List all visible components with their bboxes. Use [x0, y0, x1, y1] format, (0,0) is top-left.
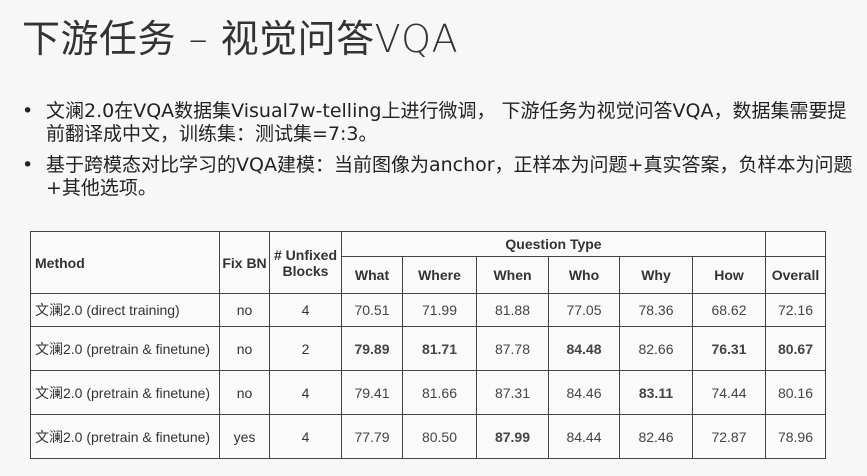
table-header-row: Method Fix BN # Unfixed Blocks Question … [30, 231, 826, 294]
header-overall: Overall [765, 256, 826, 294]
slide-title: 下游任务 – 视觉问答VQA [22, 17, 459, 61]
cell-what: 79.41 [341, 370, 403, 415]
cell-what: 79.89 [341, 326, 403, 371]
cell-where: 80.50 [402, 414, 477, 459]
table-row: 文澜2.0 (pretrain & finetune) yes 4 77.79 … [30, 414, 826, 459]
cell-why: 78.36 [619, 293, 693, 327]
cell-why: 82.66 [619, 326, 693, 371]
cell-overall: 78.96 [765, 414, 826, 459]
header-where: Where [402, 256, 477, 294]
cell-fix-bn: no [219, 293, 270, 327]
cell-overall: 80.16 [765, 370, 826, 415]
cell-who: 77.05 [548, 293, 620, 327]
cell-overall: 80.67 [765, 326, 826, 371]
header-who: Who [548, 256, 620, 294]
header-why: Why [619, 256, 693, 294]
cell-where: 81.71 [402, 326, 477, 371]
cell-when: 81.88 [476, 293, 549, 327]
header-method: Method [30, 231, 220, 294]
cell-fix-bn: no [219, 326, 270, 371]
header-how: How [692, 256, 766, 294]
cell-blocks: 4 [269, 414, 342, 459]
cell-when: 87.31 [476, 370, 549, 415]
header-unfixed-blocks: # Unfixed Blocks [269, 231, 342, 294]
header-blank [765, 231, 826, 257]
header-what: What [341, 256, 403, 294]
bullet-item: 基于跨模态对比学习的VQA建模：当前图像为anchor，正样本为问题+真实答案，… [18, 154, 858, 200]
cell-how: 72.87 [692, 414, 766, 459]
cell-what: 77.79 [341, 414, 403, 459]
cell-method: 文澜2.0 (pretrain & finetune) [30, 326, 220, 371]
cell-how: 68.62 [692, 293, 766, 327]
results-table: Method Fix BN # Unfixed Blocks Question … [30, 231, 826, 459]
cell-how: 76.31 [692, 326, 766, 371]
cell-method: 文澜2.0 (pretrain & finetune) [30, 370, 220, 415]
cell-when: 87.78 [476, 326, 549, 371]
cell-overall: 72.16 [765, 293, 826, 327]
results-table-wrapper: Method Fix BN # Unfixed Blocks Question … [30, 231, 826, 459]
cell-method: 文澜2.0 (direct training) [30, 293, 220, 327]
cell-why: 83.11 [619, 370, 693, 415]
header-fix-bn: Fix BN [219, 231, 270, 294]
cell-fix-bn: no [219, 370, 270, 415]
bullet-list: 文澜2.0在VQA数据集Visual7w-telling上进行微调， 下游任务为… [18, 100, 858, 208]
table-row: 文澜2.0 (direct training) no 4 70.51 71.99… [30, 293, 826, 327]
cell-when: 87.99 [476, 414, 549, 459]
cell-blocks: 2 [269, 326, 342, 371]
cell-blocks: 4 [269, 293, 342, 327]
cell-how: 74.44 [692, 370, 766, 415]
cell-who: 84.46 [548, 370, 620, 415]
header-question-type: Question Type [341, 231, 766, 257]
cell-who: 84.44 [548, 414, 620, 459]
header-when: When [476, 256, 549, 294]
cell-blocks: 4 [269, 370, 342, 415]
cell-fix-bn: yes [219, 414, 270, 459]
cell-where: 71.99 [402, 293, 477, 327]
cell-why: 82.46 [619, 414, 693, 459]
bullet-item: 文澜2.0在VQA数据集Visual7w-telling上进行微调， 下游任务为… [18, 100, 858, 146]
cell-who: 84.48 [548, 326, 620, 371]
table-row: 文澜2.0 (pretrain & finetune) no 2 79.89 8… [30, 326, 826, 371]
cell-method: 文澜2.0 (pretrain & finetune) [30, 414, 220, 459]
table-row: 文澜2.0 (pretrain & finetune) no 4 79.41 8… [30, 370, 826, 415]
cell-where: 81.66 [402, 370, 477, 415]
cell-what: 70.51 [341, 293, 403, 327]
